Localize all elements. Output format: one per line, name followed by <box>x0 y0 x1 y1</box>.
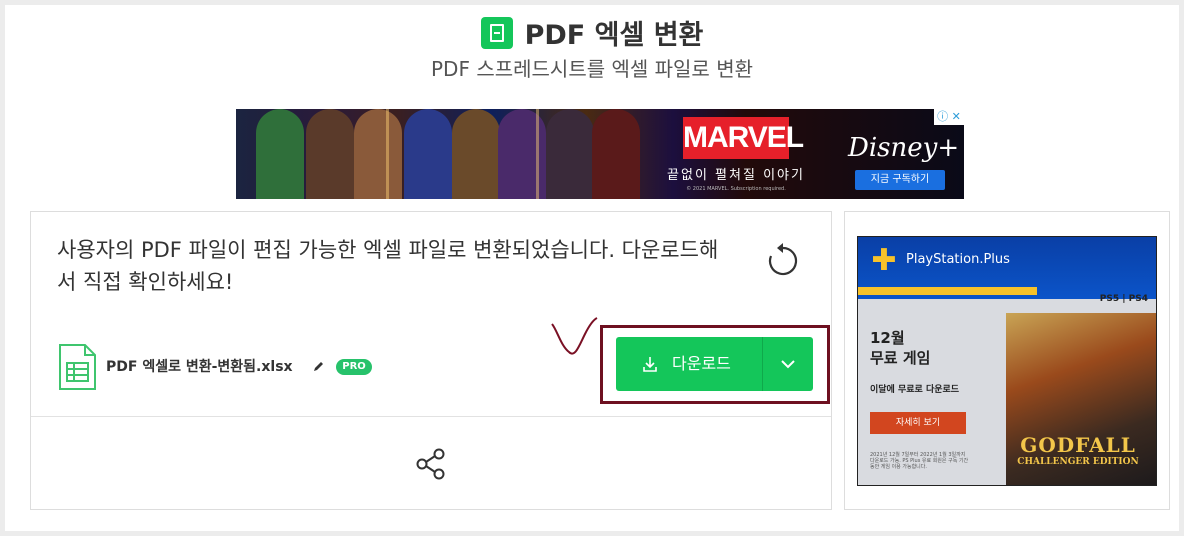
ad-light-ray <box>536 109 539 199</box>
ps-description: 이달에 무료로 다운로드 <box>870 385 960 395</box>
ad-subscribe-button[interactable]: 지금 구독하기 <box>855 170 945 190</box>
file-name: PDF 엑셀로 변환-변환됨.xlsx <box>106 359 293 375</box>
ad-hero-figure <box>592 109 640 199</box>
ad-tagline: 끝없이 펼쳐질 이야기 <box>667 168 805 183</box>
download-options-button[interactable] <box>762 337 813 391</box>
pro-badge: PRO <box>336 359 372 375</box>
page-title-text: PDF 엑셀 변환 <box>524 20 704 51</box>
ad-hero-figure <box>256 109 304 199</box>
ad-hero-figure <box>452 109 500 199</box>
ps-learn-more-button[interactable]: 자세히 보기 <box>870 412 966 434</box>
ad-hero-figure <box>404 109 452 199</box>
share-icon[interactable] <box>414 447 448 481</box>
result-message: 사용자의 PDF 파일이 편집 가능한 엑셀 파일로 변환되었습니다. 다운로드… <box>57 238 719 294</box>
playstation-ad[interactable]: ✚ PlayStation.Plus PS5 | PS4 12월 무료 게임 이… <box>857 236 1157 486</box>
download-label: 다운로드 <box>672 354 731 373</box>
ps-headline: 무료 게임 <box>870 349 931 367</box>
adchoices-icon[interactable]: ⓘ ✕ <box>934 109 964 125</box>
ps-brand: PlayStation.Plus <box>906 252 1010 267</box>
ad-light-ray <box>386 109 389 199</box>
top-ad-banner[interactable]: MARVEL 끝없이 펼쳐질 이야기 © 2021 MARVEL. Subscr… <box>236 109 964 199</box>
ad-copyright: © 2021 MARVEL. Subscription required. <box>686 186 786 192</box>
ps-consoles: PS5 | PS4 <box>1099 294 1148 304</box>
ad-hero-figure <box>546 109 594 199</box>
download-icon <box>643 357 657 372</box>
pencil-icon[interactable] <box>313 360 325 372</box>
page-title: PDF 엑셀 변환 <box>0 16 1184 56</box>
ps-fine-print: 2021년 12월 7일부터 2022년 1월 3일까지 다운로드 가능. PS… <box>870 452 969 470</box>
result-panel: 사용자의 PDF 파일이 편집 가능한 엑셀 파일로 변환되었습니다. 다운로드… <box>30 211 832 510</box>
ad-hero-figure <box>306 109 354 199</box>
download-button[interactable]: 다운로드 <box>616 337 762 391</box>
panel-divider <box>31 416 831 417</box>
ps-month: 12월 <box>870 329 905 347</box>
chevron-down-icon <box>781 360 795 369</box>
ad-hero-figure <box>354 109 402 199</box>
side-ad-panel: ✚ PlayStation.Plus PS5 | PS4 12월 무료 게임 이… <box>844 211 1170 510</box>
marvel-logo: MARVEL <box>683 117 804 159</box>
spreadsheet-icon <box>480 17 513 49</box>
ps-plus-icon: ✚ <box>871 243 897 278</box>
ps-game-edition: CHALLENGER EDITION <box>1017 457 1139 467</box>
page-subtitle: PDF 스프레드시트를 엑셀 파일로 변환 <box>431 57 753 81</box>
disney-plus-logo: Disney+ <box>848 133 960 163</box>
refresh-icon[interactable] <box>762 240 804 282</box>
xlsx-file-icon <box>59 344 96 390</box>
ps-game-title: GODFALL <box>1020 433 1136 457</box>
